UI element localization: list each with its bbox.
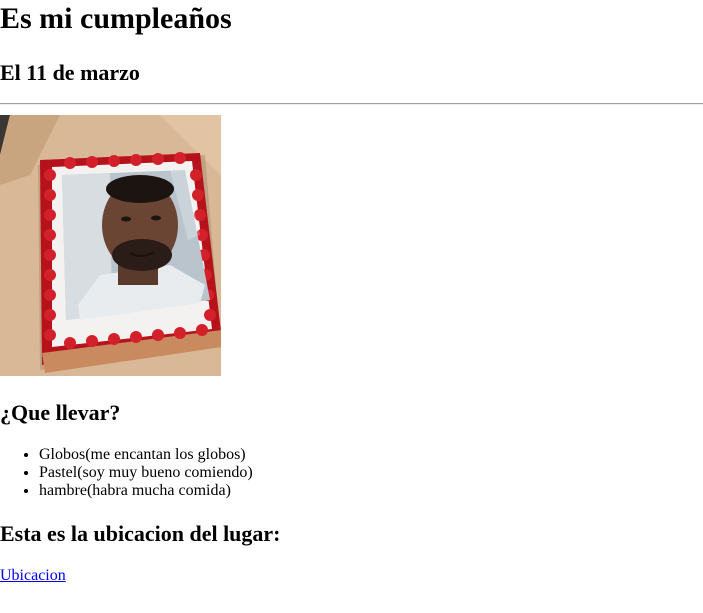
divider [0, 103, 703, 105]
cake-photo-image [0, 115, 221, 376]
list-item: Globos(me encantan los globos) [39, 446, 253, 464]
page: Es mi cumpleaños El 11 de marzo ¿Que lle… [0, 0, 703, 613]
event-date: El 11 de marzo [0, 60, 140, 85]
bring-list: Globos(me encantan los globos) Pastel(so… [0, 446, 253, 500]
location-link[interactable]: Ubicacion [0, 567, 66, 585]
what-to-bring-heading: ¿Que llevar? [0, 400, 121, 425]
page-title: Es mi cumpleaños [0, 2, 232, 35]
location-heading: Esta es la ubicacion del lugar: [0, 521, 281, 546]
cake-photo [0, 115, 221, 376]
list-item: hambre(habra mucha comida) [39, 482, 253, 500]
list-item: Pastel(soy muy bueno comiendo) [39, 464, 253, 482]
